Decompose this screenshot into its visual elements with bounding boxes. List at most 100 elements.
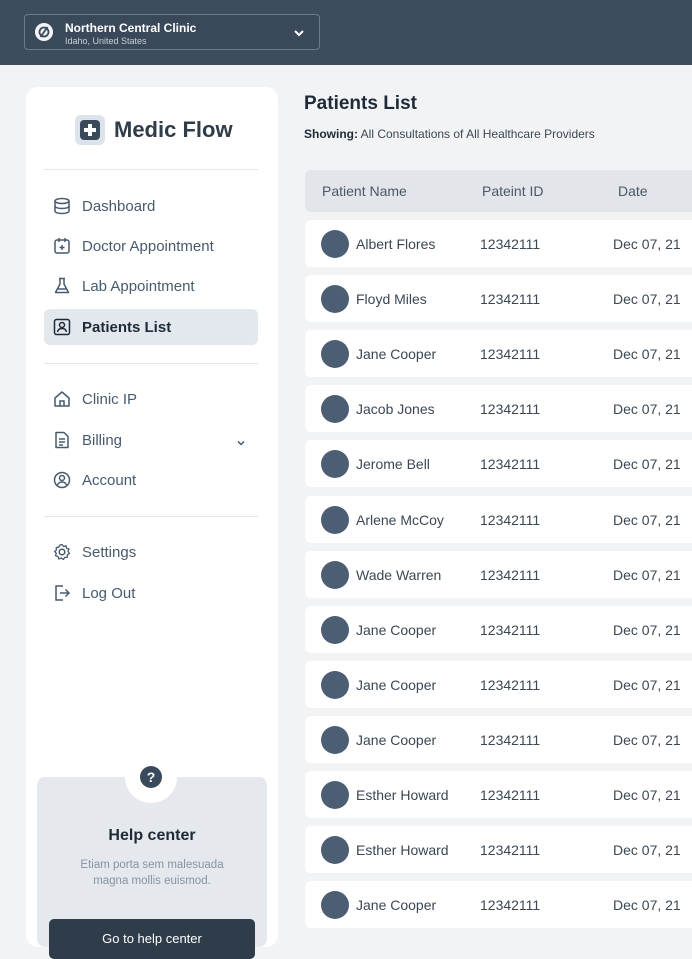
patient-name-cell: Jerome Bell bbox=[356, 456, 430, 472]
avatar bbox=[321, 230, 349, 258]
patient-name-cell: Jane Cooper bbox=[356, 732, 437, 748]
calendar-plus-icon bbox=[53, 237, 71, 255]
nav-item-label: Doctor Appointment bbox=[82, 238, 214, 255]
patient-name-cell: Jane Cooper bbox=[356, 897, 437, 913]
medic-cross-icon bbox=[75, 115, 105, 145]
patient-id-cell: 12342111 bbox=[480, 677, 541, 693]
avatar bbox=[321, 671, 349, 699]
divider bbox=[44, 516, 258, 517]
id-badge-icon bbox=[53, 318, 71, 336]
nav-item-billing[interactable]: Billing bbox=[44, 422, 258, 458]
help-badge: ? bbox=[125, 751, 177, 803]
patient-name-cell: Arlene McCoy bbox=[356, 512, 444, 528]
nav-item-settings[interactable]: Settings bbox=[44, 534, 258, 570]
patient-id-cell: 12342111 bbox=[480, 622, 541, 638]
patient-name-cell: Jacob Jones bbox=[356, 401, 435, 417]
nav-item-dashboard[interactable]: Dashboard bbox=[44, 188, 258, 224]
table-row[interactable]: Jerome Bell 12342111 Dec 07, 21 bbox=[305, 440, 692, 487]
avatar bbox=[321, 891, 349, 919]
clinic-location: Idaho, United States bbox=[65, 36, 147, 46]
nav-item-doctor-appointment[interactable]: Doctor Appointment bbox=[44, 228, 258, 264]
help-title: Help center bbox=[108, 827, 196, 844]
page-title: Patients List bbox=[304, 93, 417, 114]
chevron-down-icon bbox=[236, 435, 246, 453]
date-cell: Dec 07, 21 bbox=[613, 512, 681, 528]
avatar bbox=[321, 340, 349, 368]
question-icon: ? bbox=[140, 766, 162, 788]
divider bbox=[44, 363, 258, 364]
column-header-patient-id[interactable]: Pateint ID bbox=[482, 183, 543, 199]
showing-label: Showing: bbox=[304, 127, 358, 141]
patient-id-cell: 12342111 bbox=[480, 291, 541, 307]
patient-name-cell: Esther Howard bbox=[356, 842, 449, 858]
divider bbox=[44, 169, 258, 170]
patient-id-cell: 12342111 bbox=[480, 732, 541, 748]
patient-name-cell: Esther Howard bbox=[356, 787, 449, 803]
date-cell: Dec 07, 21 bbox=[613, 456, 681, 472]
column-header-date[interactable]: Date bbox=[618, 183, 648, 199]
patient-name-cell: Jane Cooper bbox=[356, 346, 437, 362]
patient-id-cell: 12342111 bbox=[480, 512, 541, 528]
avatar bbox=[321, 395, 349, 423]
avatar bbox=[321, 450, 349, 478]
patient-name-cell: Floyd Miles bbox=[356, 291, 427, 307]
logout-icon bbox=[53, 584, 71, 602]
patient-id-cell: 12342111 bbox=[480, 787, 541, 803]
date-cell: Dec 07, 21 bbox=[613, 842, 681, 858]
table-row[interactable]: Albert Flores 12342111 Dec 07, 21 bbox=[305, 220, 692, 267]
table-header: Patient Name Pateint ID Date bbox=[305, 170, 692, 212]
table-row[interactable]: Arlene McCoy 12342111 Dec 07, 21 bbox=[305, 496, 692, 543]
date-cell: Dec 07, 21 bbox=[613, 677, 681, 693]
nav-item-patients-list[interactable]: Patients List bbox=[44, 309, 258, 345]
date-cell: Dec 07, 21 bbox=[613, 401, 681, 417]
user-circle-icon bbox=[53, 471, 71, 489]
avatar bbox=[321, 616, 349, 644]
chevron-down-icon bbox=[293, 26, 305, 44]
table-row[interactable]: Jane Cooper 12342111 Dec 07, 21 bbox=[305, 330, 692, 377]
table-row[interactable]: Jane Cooper 12342111 Dec 07, 21 bbox=[305, 716, 692, 763]
document-icon bbox=[53, 431, 71, 449]
table-row[interactable]: Esther Howard 12342111 Dec 07, 21 bbox=[305, 826, 692, 873]
flask-icon bbox=[53, 277, 71, 295]
nav-item-log-out[interactable]: Log Out bbox=[44, 575, 258, 611]
nav-item-label: Billing bbox=[82, 432, 123, 449]
patient-id-cell: 12342111 bbox=[480, 456, 541, 472]
sidebar: Medic Flow Dashboard Doctor Appointment … bbox=[26, 87, 278, 959]
clinic-switcher[interactable]: Northern Central Clinic Idaho, United St… bbox=[24, 14, 320, 50]
patient-id-cell: 12342111 bbox=[480, 401, 541, 417]
table-row[interactable]: Jane Cooper 12342111 Dec 07, 21 bbox=[305, 661, 692, 708]
date-cell: Dec 07, 21 bbox=[613, 732, 681, 748]
avatar bbox=[321, 285, 349, 313]
nav-item-label: Lab Appointment bbox=[82, 278, 195, 295]
patient-id-cell: 12342111 bbox=[480, 897, 541, 913]
nav-item-label: Patients List bbox=[82, 319, 172, 336]
nav-item-account[interactable]: Account bbox=[44, 462, 258, 498]
clinic-logo-icon bbox=[35, 23, 53, 41]
patient-id-cell: 12342111 bbox=[480, 236, 541, 252]
nav-item-label: Dashboard bbox=[82, 198, 156, 215]
patient-name-cell: Wade Warren bbox=[356, 567, 442, 583]
showing-value: All Consultations of All Healthcare Prov… bbox=[360, 127, 595, 141]
table-row[interactable]: Floyd Miles 12342111 Dec 07, 21 bbox=[305, 275, 692, 322]
table-row[interactable]: Jacob Jones 12342111 Dec 07, 21 bbox=[305, 385, 692, 432]
nav-item-lab-appointment[interactable]: Lab Appointment bbox=[44, 268, 258, 304]
date-cell: Dec 07, 21 bbox=[613, 291, 681, 307]
table-row[interactable]: Wade Warren 12342111 Dec 07, 21 bbox=[305, 551, 692, 598]
help-description: Etiam porta sem malesuada magna mollis e… bbox=[80, 859, 224, 887]
table-row[interactable]: Esther Howard 12342111 Dec 07, 21 bbox=[305, 771, 692, 818]
date-cell: Dec 07, 21 bbox=[613, 897, 681, 913]
date-cell: Dec 07, 21 bbox=[613, 567, 681, 583]
patient-id-cell: 12342111 bbox=[480, 346, 541, 362]
table-row[interactable]: Jane Cooper 12342111 Dec 07, 21 bbox=[305, 881, 692, 928]
table-row[interactable]: Jane Cooper 12342111 Dec 07, 21 bbox=[305, 606, 692, 653]
column-header-patient-name[interactable]: Patient Name bbox=[322, 183, 407, 199]
date-cell: Dec 07, 21 bbox=[613, 346, 681, 362]
patient-name-cell: Jane Cooper bbox=[356, 622, 437, 638]
date-cell: Dec 07, 21 bbox=[613, 787, 681, 803]
avatar bbox=[321, 781, 349, 809]
avatar bbox=[321, 561, 349, 589]
nav-item-clinic-ip[interactable]: Clinic IP bbox=[44, 381, 258, 417]
brand: Medic Flow bbox=[75, 115, 255, 147]
go-to-help-center-button[interactable]: Go to help center bbox=[49, 919, 255, 959]
patient-id-cell: 12342111 bbox=[480, 567, 541, 583]
